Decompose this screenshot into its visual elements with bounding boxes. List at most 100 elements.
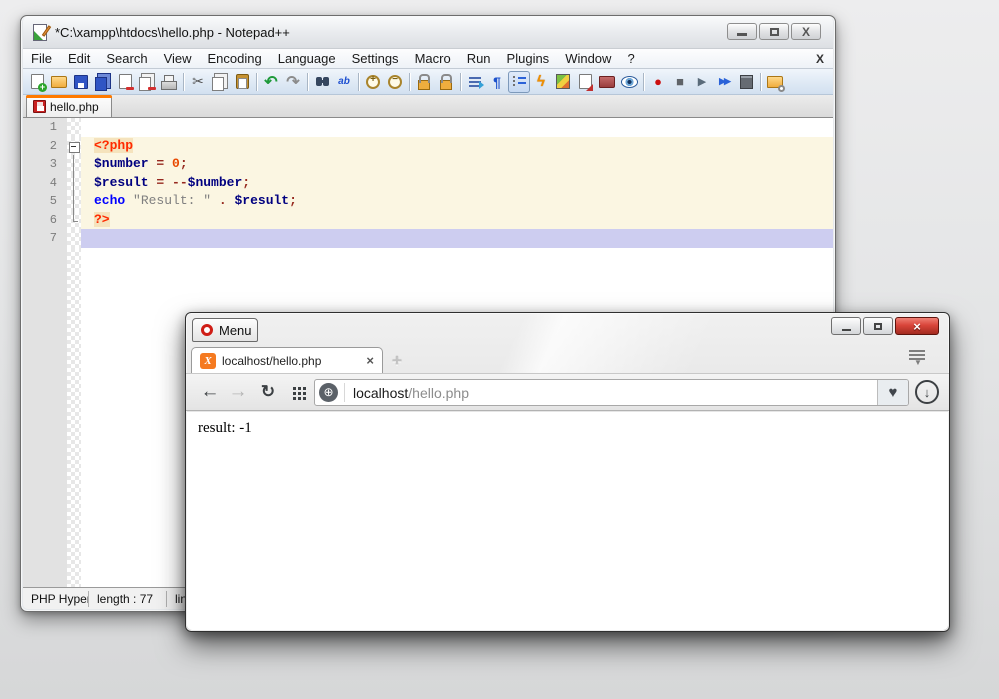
show-all-chars-icon[interactable]: [486, 71, 508, 93]
folder-workspace-icon[interactable]: [596, 71, 618, 93]
unsaved-floppy-icon: [33, 100, 46, 113]
zoom-in-icon[interactable]: [362, 71, 384, 93]
npp-menubar: FileEditSearchViewEncodingLanguageSettin…: [23, 48, 833, 69]
print-icon[interactable]: [158, 71, 180, 93]
maximize-icon: [874, 323, 882, 330]
url-path: /hello.php: [408, 385, 469, 401]
fold-margin[interactable]: [67, 155, 81, 174]
npp-maximize-button[interactable]: [759, 23, 789, 40]
opera-tab-title: localhost/hello.php: [222, 354, 360, 368]
code-line-2[interactable]: 2<?php: [23, 137, 833, 156]
opera-menu-button[interactable]: Menu: [192, 318, 258, 342]
document-map-icon[interactable]: [552, 71, 574, 93]
replace-icon[interactable]: [333, 71, 355, 93]
sync-scroll-h-icon[interactable]: [435, 71, 457, 93]
opera-maximize-button[interactable]: [863, 317, 893, 335]
paste-icon[interactable]: [231, 71, 253, 93]
line-number: 5: [23, 192, 67, 211]
menu-item-plugins[interactable]: Plugins: [499, 51, 558, 66]
menu-item-search[interactable]: Search: [98, 51, 155, 66]
tab-close-icon[interactable]: ×: [366, 354, 374, 367]
code-line-6[interactable]: 6?>: [23, 211, 833, 230]
cut-icon[interactable]: [187, 71, 209, 93]
bookmark-heart-button[interactable]: ♥: [877, 380, 908, 405]
line-number: 1: [23, 118, 67, 137]
indent-guide-icon[interactable]: [508, 71, 530, 93]
new-tab-button[interactable]: +: [392, 351, 402, 371]
npp-titlebar[interactable]: *C:\xampp\htdocs\hello.php - Notepad++ X: [23, 16, 833, 48]
back-button[interactable]: ←: [198, 380, 222, 404]
npp-minimize-button[interactable]: [727, 23, 757, 40]
function-completion-icon[interactable]: [530, 71, 552, 93]
opera-close-button[interactable]: ×: [895, 317, 939, 335]
find-icon[interactable]: [311, 71, 333, 93]
menu-item-help[interactable]: ?: [619, 51, 642, 66]
tab-menu-button[interactable]: ▼: [909, 350, 927, 368]
npp-tab-label: hello.php: [50, 100, 99, 114]
npp-toolbar: [23, 69, 833, 95]
copy-icon[interactable]: [209, 71, 231, 93]
fold-margin[interactable]: [67, 174, 81, 193]
forward-button[interactable]: →: [226, 380, 250, 404]
zoom-out-icon[interactable]: [384, 71, 406, 93]
downloads-button[interactable]: ↓: [915, 380, 939, 404]
code-line-5[interactable]: 5echo "Result: " . $result;: [23, 192, 833, 211]
view-monitor-icon[interactable]: [618, 71, 640, 93]
menu-item-window[interactable]: Window: [557, 51, 619, 66]
fold-margin[interactable]: [67, 137, 81, 156]
address-bar[interactable]: ⊕ localhost/hello.php ♥: [314, 379, 909, 406]
new-file-icon[interactable]: [26, 71, 48, 93]
maximize-icon: [770, 28, 779, 36]
save-icon[interactable]: [70, 71, 92, 93]
toolbar-separator: [409, 73, 410, 91]
open-folder-icon[interactable]: [48, 71, 70, 93]
menu-item-language[interactable]: Language: [270, 51, 344, 66]
npp-menu-items: FileEditSearchViewEncodingLanguageSettin…: [23, 51, 643, 66]
close-doc-icon[interactable]: [114, 71, 136, 93]
doc-switcher-icon[interactable]: [574, 71, 596, 93]
npp-close-button[interactable]: X: [791, 23, 821, 40]
line-number: 4: [23, 174, 67, 193]
code-line-4[interactable]: 4$result = --$number;: [23, 174, 833, 193]
word-wrap-icon[interactable]: [464, 71, 486, 93]
sync-scroll-v-icon[interactable]: [413, 71, 435, 93]
macro-record-icon[interactable]: [647, 71, 669, 93]
menu-item-settings[interactable]: Settings: [344, 51, 407, 66]
redo-icon[interactable]: [282, 71, 304, 93]
toolbar-separator: [460, 73, 461, 91]
npp-tab-hello-php[interactable]: hello.php: [26, 95, 112, 117]
macro-stop-icon[interactable]: [669, 71, 691, 93]
opera-minimize-button[interactable]: [831, 317, 861, 335]
fold-margin[interactable]: [67, 118, 81, 137]
toolbar-separator: [643, 73, 644, 91]
fold-margin[interactable]: [67, 192, 81, 211]
macro-save-icon[interactable]: [735, 71, 757, 93]
npp-menubar-close-button[interactable]: X: [816, 52, 824, 66]
menu-item-view[interactable]: View: [156, 51, 200, 66]
xampp-favicon-icon: X: [200, 353, 216, 369]
undo-icon[interactable]: [260, 71, 282, 93]
menu-item-run[interactable]: Run: [459, 51, 499, 66]
menu-item-edit[interactable]: Edit: [60, 51, 98, 66]
close-icon: X: [802, 26, 810, 38]
url-host: localhost: [353, 385, 408, 401]
macro-run-multi-icon[interactable]: [713, 71, 735, 93]
save-all-icon[interactable]: [92, 71, 114, 93]
menu-item-file[interactable]: File: [23, 51, 60, 66]
fold-margin[interactable]: [67, 211, 81, 230]
reload-button[interactable]: ↻: [256, 380, 280, 404]
url-text[interactable]: localhost/hello.php: [353, 385, 877, 401]
code-text: [81, 118, 833, 137]
plugins-admin-icon[interactable]: [764, 71, 786, 93]
code-line-1[interactable]: 1: [23, 118, 833, 137]
code-line-7[interactable]: 7: [23, 229, 833, 248]
fold-margin[interactable]: [67, 229, 81, 248]
menu-item-macro[interactable]: Macro: [407, 51, 459, 66]
opera-tab-localhost[interactable]: X localhost/hello.php ×: [191, 347, 383, 373]
site-badge-icon[interactable]: ⊕: [319, 383, 338, 402]
speed-dial-button[interactable]: [286, 380, 310, 404]
menu-item-encoding[interactable]: Encoding: [200, 51, 270, 66]
code-line-3[interactable]: 3$number = 0;: [23, 155, 833, 174]
macro-play-icon[interactable]: [691, 71, 713, 93]
close-all-docs-icon[interactable]: [136, 71, 158, 93]
